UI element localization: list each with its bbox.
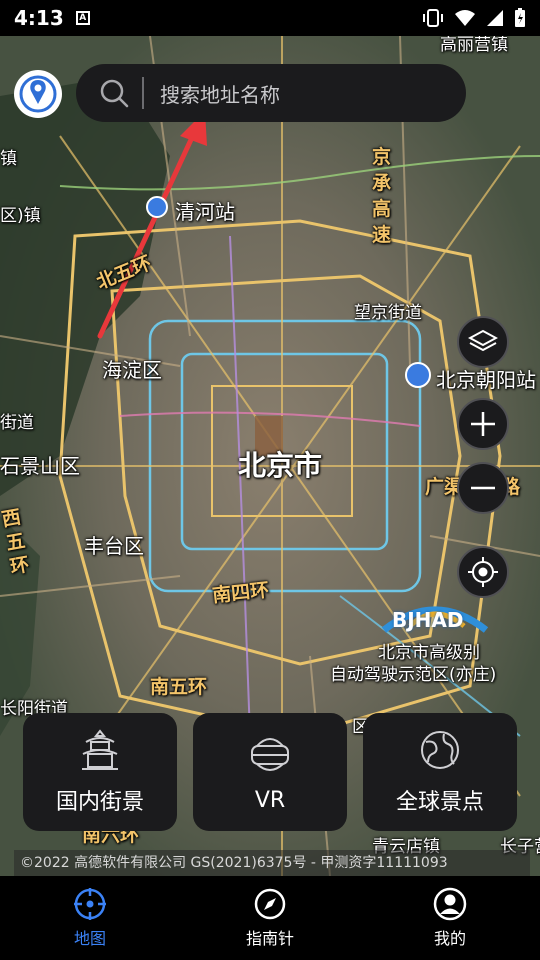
bjhad-logo-text: BJHAD [392,608,464,632]
nav-label-compass: 指南针 [245,929,294,948]
vibrate-icon [423,9,443,27]
zoom-in-button[interactable] [457,398,509,450]
search-divider [142,77,144,109]
map-crosshair-icon [74,888,106,920]
status-bar: 4:13 A [0,0,540,36]
search-icon [100,79,129,108]
map-label-left-edge-town: 区)镇 [0,206,41,226]
map-label-wangjing: 望京街道 [354,303,422,323]
street-view-card[interactable]: 国内街景 [23,713,177,831]
plus-icon [471,412,495,436]
map-label-jingcheng-expressway: 京承高速 [372,146,392,246]
globe-location-button[interactable] [14,70,62,118]
wifi-icon [455,10,475,26]
vr-label: VR [254,787,286,813]
nav-tab-map[interactable]: 地图 [0,876,180,960]
bjhad-logo: BJHAD [380,596,490,636]
zoom-out-button[interactable] [457,462,509,514]
search-input[interactable]: 搜索地址名称 [160,79,280,108]
nav-label-profile: 我的 [433,929,466,948]
profile-icon [433,887,467,921]
station-chaoyang-icon[interactable] [405,362,431,388]
search-bar[interactable]: 搜索地址名称 [76,64,466,122]
map-label-haidian: 海淀区 [102,358,162,382]
compass-icon [254,888,286,920]
locate-icon [468,557,498,587]
vr-headset-icon [251,737,289,771]
notification-badge: A [75,11,90,25]
map-label-qinghe-station[interactable]: 清河站 [175,196,235,225]
map-label-bjhad-line2: 自动驾驶示范区(亦庄) [330,665,497,685]
map-label-top-right: 高丽营镇 [440,36,508,55]
nav-tab-profile[interactable]: 我的 [360,876,540,960]
bottom-nav: 地图 指南针 我的 [0,876,540,960]
map-label-shijingshan: 石景山区 [0,454,80,478]
signal-icon [487,10,503,26]
global-attractions-card[interactable]: 全球景点 [363,713,517,831]
pagoda-icon [82,729,118,770]
globe-icon [421,731,459,769]
street-view-label: 国内街景 [55,790,144,815]
vr-card[interactable]: VR [193,713,347,831]
layers-button[interactable] [457,316,509,368]
battery-icon [515,8,525,27]
nav-tab-compass[interactable]: 指南针 [180,876,360,960]
map-label-south-fifth-ring: 南五环 [150,676,208,698]
layers-icon [468,329,498,352]
map-label-street-left: 街道 [0,413,34,433]
map-label-beijing-city: 北京市 [238,449,323,482]
map-label-fengtai: 丰台区 [84,534,144,558]
global-attractions-label: 全球景点 [395,790,484,815]
map-label-chaoyang-station[interactable]: 北京朝阳站 [436,364,536,393]
status-time: 4:13 [14,6,64,30]
map-label-left-town: 镇 [0,149,17,169]
globe-pin-icon [19,75,57,113]
station-qinghe-icon[interactable] [146,196,168,218]
nav-label-map: 地图 [73,929,106,948]
map-copyright: ©2022 高德软件有限公司 GS(2021)6375号 - 甲测资字11111… [14,850,530,876]
minus-icon [471,486,495,490]
locate-me-button[interactable] [457,546,509,598]
status-icons [422,8,526,28]
